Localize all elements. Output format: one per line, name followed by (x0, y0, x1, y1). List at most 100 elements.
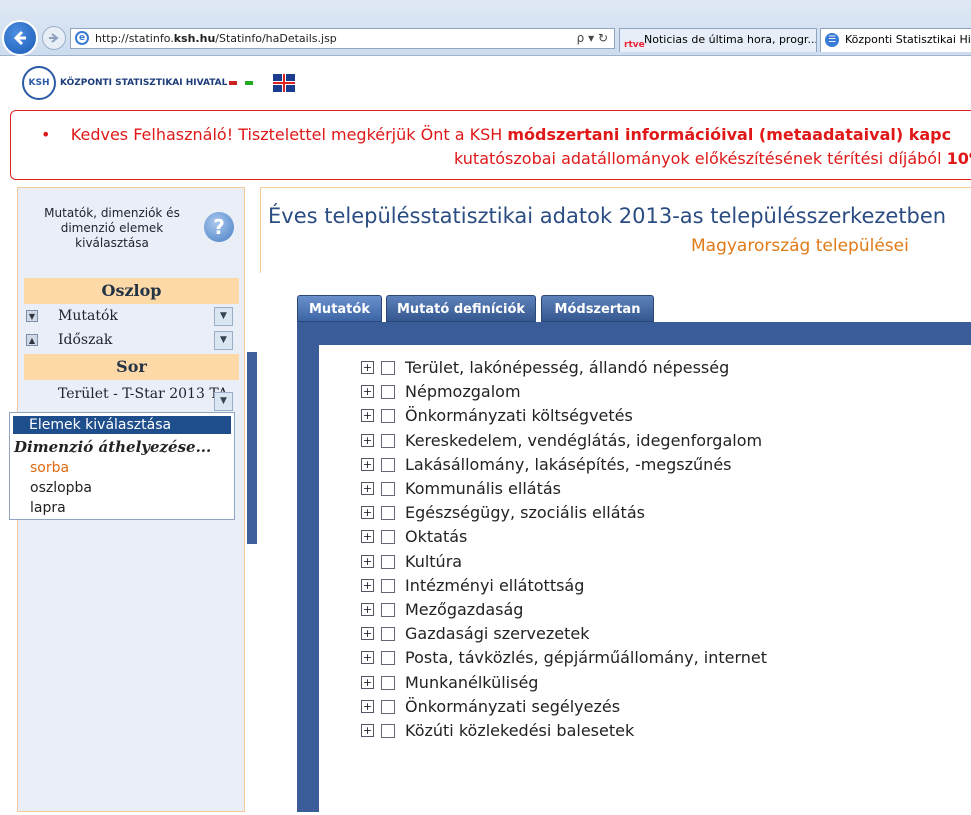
tree-item[interactable]: + Népmozgalom (361, 382, 781, 404)
chevron-down-icon[interactable]: ▼ (214, 392, 233, 411)
menu-item-select-elements[interactable]: Elemek kiválasztása (13, 416, 231, 434)
tree-item-label: Kereskedelem, vendéglátás, idegenforgalo… (405, 431, 763, 450)
item-label: Időszak (58, 332, 113, 348)
tree-item[interactable]: + Egészségügy, szociális ellátás (361, 503, 781, 525)
ksh-logo[interactable]: KSH KÖZPONTI STATISZTIKAI HIVATAL (22, 64, 254, 102)
tree-checkbox[interactable] (381, 530, 395, 544)
tree-item[interactable]: + Kommunális ellátás (361, 479, 781, 501)
expand-icon[interactable]: + (361, 434, 374, 447)
tree-checkbox[interactable] (381, 700, 395, 714)
browser-tab-ksh[interactable]: ☰ Központi Statisztikai Hiv (820, 28, 971, 52)
url-text: http://statinfo.ksh.hu/Statinfo/haDetail… (95, 32, 337, 45)
tree-item[interactable]: + Terület, lakónépesség, állandó népesség (361, 358, 781, 380)
sidebar-heading: Mutatók, dimenziók és dimenzió elemek ki… (44, 206, 180, 250)
tree-checkbox[interactable] (381, 555, 395, 569)
tab-mutatok[interactable]: Mutatók (297, 295, 382, 322)
arrow-left-icon (13, 30, 26, 46)
tree-item[interactable]: + Mezőgazdaság (361, 600, 781, 622)
expand-icon[interactable]: + (361, 579, 374, 592)
section-row: Sor (24, 354, 239, 380)
tree-item-label: Kultúra (405, 552, 463, 571)
tree-item-label: Önkormányzati segélyezés (405, 697, 621, 716)
tree-item[interactable]: + Gazdasági szervezetek (361, 624, 781, 646)
tree-item[interactable]: + Kereskedelem, vendéglátás, idegenforgal… (361, 431, 781, 453)
menu-item-sorba[interactable]: sorba (30, 460, 69, 476)
tree-item[interactable]: + Kultúra (361, 552, 781, 574)
expand-icon[interactable]: + (361, 676, 374, 689)
tree-checkbox[interactable] (381, 724, 395, 738)
panel-splitter[interactable] (247, 352, 257, 544)
help-icon[interactable]: ? (204, 212, 234, 242)
logo-mark: KSH (22, 66, 56, 100)
expand-icon[interactable]: + (361, 458, 374, 471)
expand-icon[interactable]: + (361, 530, 374, 543)
browser-tab-rtve[interactable]: rtve Noticias de última hora, progr... (619, 28, 817, 52)
tree-item[interactable]: + Posta, távközlés, gépjárműállomány, int… (361, 648, 781, 670)
tree-checkbox[interactable] (381, 506, 395, 520)
expand-icon[interactable]: + (361, 627, 374, 640)
ksh-tab-icon: ☰ (825, 33, 839, 47)
chevron-down-icon[interactable]: ▼ (214, 331, 233, 350)
tree-checkbox[interactable] (381, 627, 395, 641)
tree-item-label: Terület, lakónépesség, állandó népesség (405, 358, 730, 377)
expand-icon[interactable]: + (361, 700, 374, 713)
tree-item[interactable]: + Önkormányzati költségvetés (361, 406, 781, 428)
tree-checkbox[interactable] (381, 434, 395, 448)
tree-item-label: Posta, távközlés, gépjárműállomány, inte… (405, 648, 768, 667)
arrow-right-icon (49, 33, 59, 43)
tree-item-label: Kommunális ellátás (405, 479, 562, 498)
tree-item[interactable]: + Önkormányzati segélyezés (361, 697, 781, 719)
move-up-icon[interactable]: ▲ (26, 334, 38, 346)
forward-button[interactable] (42, 26, 66, 50)
back-button[interactable] (2, 20, 38, 56)
tree-checkbox[interactable] (381, 361, 395, 375)
browser-toolbar: e http://statinfo.ksh.hu/Statinfo/haDeta… (0, 0, 971, 56)
tree-checkbox[interactable] (381, 676, 395, 690)
expand-icon[interactable]: + (361, 482, 374, 495)
tab-mutato-definiciok[interactable]: Mutató definíciók (386, 295, 536, 322)
tree-checkbox[interactable] (381, 385, 395, 399)
column-item-mutatok[interactable]: ▼ Mutatók ▼ (24, 306, 239, 328)
tab-label: Noticias de última hora, progr... (644, 33, 817, 46)
tree-item[interactable]: + Munkanélküliség (361, 673, 781, 695)
expand-icon[interactable]: + (361, 555, 374, 568)
logo-text: KÖZPONTI STATISZTIKAI HIVATAL (60, 78, 228, 88)
tree-checkbox[interactable] (381, 651, 395, 665)
section-column: Oszlop (24, 278, 239, 304)
column-item-idoszak[interactable]: ▲ Időszak ▼ (24, 330, 239, 352)
tree-item-label: Gazdasági szervezetek (405, 624, 590, 643)
item-label: Mutatók (58, 308, 118, 324)
tree-item[interactable]: + Oktatás (361, 527, 781, 549)
expand-icon[interactable]: + (361, 651, 374, 664)
rtve-icon: rtve (624, 40, 645, 50)
menu-item-lapra[interactable]: lapra (30, 500, 66, 516)
chevron-down-icon[interactable]: ▼ (214, 307, 233, 326)
ie-page-icon: e (75, 31, 89, 45)
row-item-terulet[interactable]: Terület - T-Star 2013 TA ▼ (24, 384, 239, 414)
english-flag-icon[interactable] (273, 74, 295, 92)
tree-checkbox[interactable] (381, 603, 395, 617)
logo-stripe (229, 81, 254, 85)
dataset-header: Éves településstatisztikai adatok 2013-a… (260, 187, 971, 273)
expand-icon[interactable]: + (361, 506, 374, 519)
tree-item[interactable]: + Lakásállomány, lakásépítés, -megszűnés (361, 455, 781, 477)
tree-checkbox[interactable] (381, 409, 395, 423)
address-tools[interactable]: ρ ▾ ↻ (577, 29, 608, 48)
tree-checkbox[interactable] (381, 579, 395, 593)
expand-icon[interactable]: + (361, 724, 374, 737)
tree-item-label: Oktatás (405, 527, 468, 546)
tree-item-label: Közúti közlekedési balesetek (405, 721, 635, 740)
tree-item[interactable]: + Intézményi ellátottság (361, 576, 781, 598)
tab-modszertan[interactable]: Módszertan (541, 295, 654, 322)
expand-icon[interactable]: + (361, 603, 374, 616)
menu-heading: Dimenzió áthelyezése... (14, 438, 212, 456)
move-down-icon[interactable]: ▼ (26, 310, 38, 322)
tree-checkbox[interactable] (381, 458, 395, 472)
menu-item-oszlopba[interactable]: oszlopba (30, 480, 92, 496)
tree-checkbox[interactable] (381, 482, 395, 496)
address-bar[interactable]: e http://statinfo.ksh.hu/Statinfo/haDeta… (70, 28, 615, 49)
tree-item[interactable]: + Közúti közlekedési balesetek (361, 721, 781, 743)
expand-icon[interactable]: + (361, 361, 374, 374)
expand-icon[interactable]: + (361, 409, 374, 422)
expand-icon[interactable]: + (361, 385, 374, 398)
